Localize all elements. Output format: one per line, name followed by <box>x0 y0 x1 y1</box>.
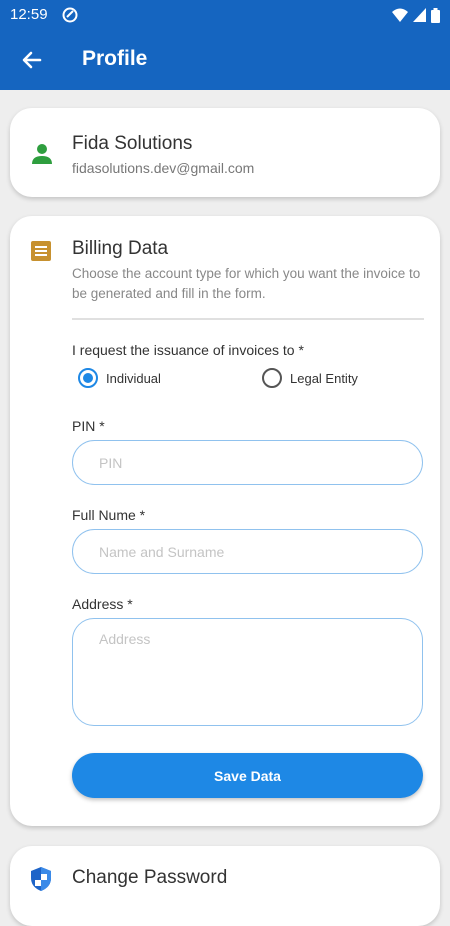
pin-label: PIN * <box>72 418 105 434</box>
save-data-button[interactable]: Save Data <box>72 753 423 798</box>
receipt-icon <box>31 241 51 261</box>
profile-name: Fida Solutions <box>72 133 193 154</box>
address-label: Address * <box>72 596 133 612</box>
profile-email: fidasolutions.dev@gmail.com <box>72 160 255 176</box>
billing-description: Choose the account type for which you wa… <box>72 266 421 301</box>
radio-legal-entity-label: Legal Entity <box>290 370 358 386</box>
page-title: Profile <box>82 47 148 70</box>
radio-legal-entity[interactable]: Legal Entity <box>262 366 358 390</box>
signal-icon <box>413 8 426 22</box>
billing-title: Billing Data <box>72 238 169 259</box>
billing-card: Billing Data Choose the account type for… <box>10 216 440 826</box>
radio-unchecked-icon[interactable] <box>262 368 282 388</box>
change-password-title: Change Password <box>72 867 228 888</box>
battery-icon <box>431 7 440 23</box>
divider <box>72 318 424 320</box>
status-time: 12:59 <box>10 6 48 23</box>
arrow-back-icon[interactable] <box>18 46 46 74</box>
wifi-icon <box>392 8 408 22</box>
change-password-card[interactable]: Change Password <box>10 846 440 926</box>
person-icon <box>32 144 52 164</box>
pin-input[interactable] <box>72 440 423 485</box>
full-name-input[interactable] <box>72 529 423 574</box>
status-bar: 12:59 <box>0 0 450 30</box>
radio-individual-label: Individual <box>106 370 161 386</box>
shield-icon <box>31 867 51 891</box>
app-bar: Profile <box>0 30 450 90</box>
invoice-type-label: I request the issuance of invoices to * <box>72 342 304 358</box>
radio-checked-icon[interactable] <box>78 368 98 388</box>
app-notification-icon <box>62 7 78 23</box>
full-name-label: Full Nume * <box>72 507 146 523</box>
profile-card[interactable]: Fida Solutions fidasolutions.dev@gmail.c… <box>10 108 440 197</box>
address-input[interactable] <box>72 618 423 726</box>
status-icons <box>392 7 440 23</box>
radio-individual[interactable]: Individual <box>78 366 161 390</box>
